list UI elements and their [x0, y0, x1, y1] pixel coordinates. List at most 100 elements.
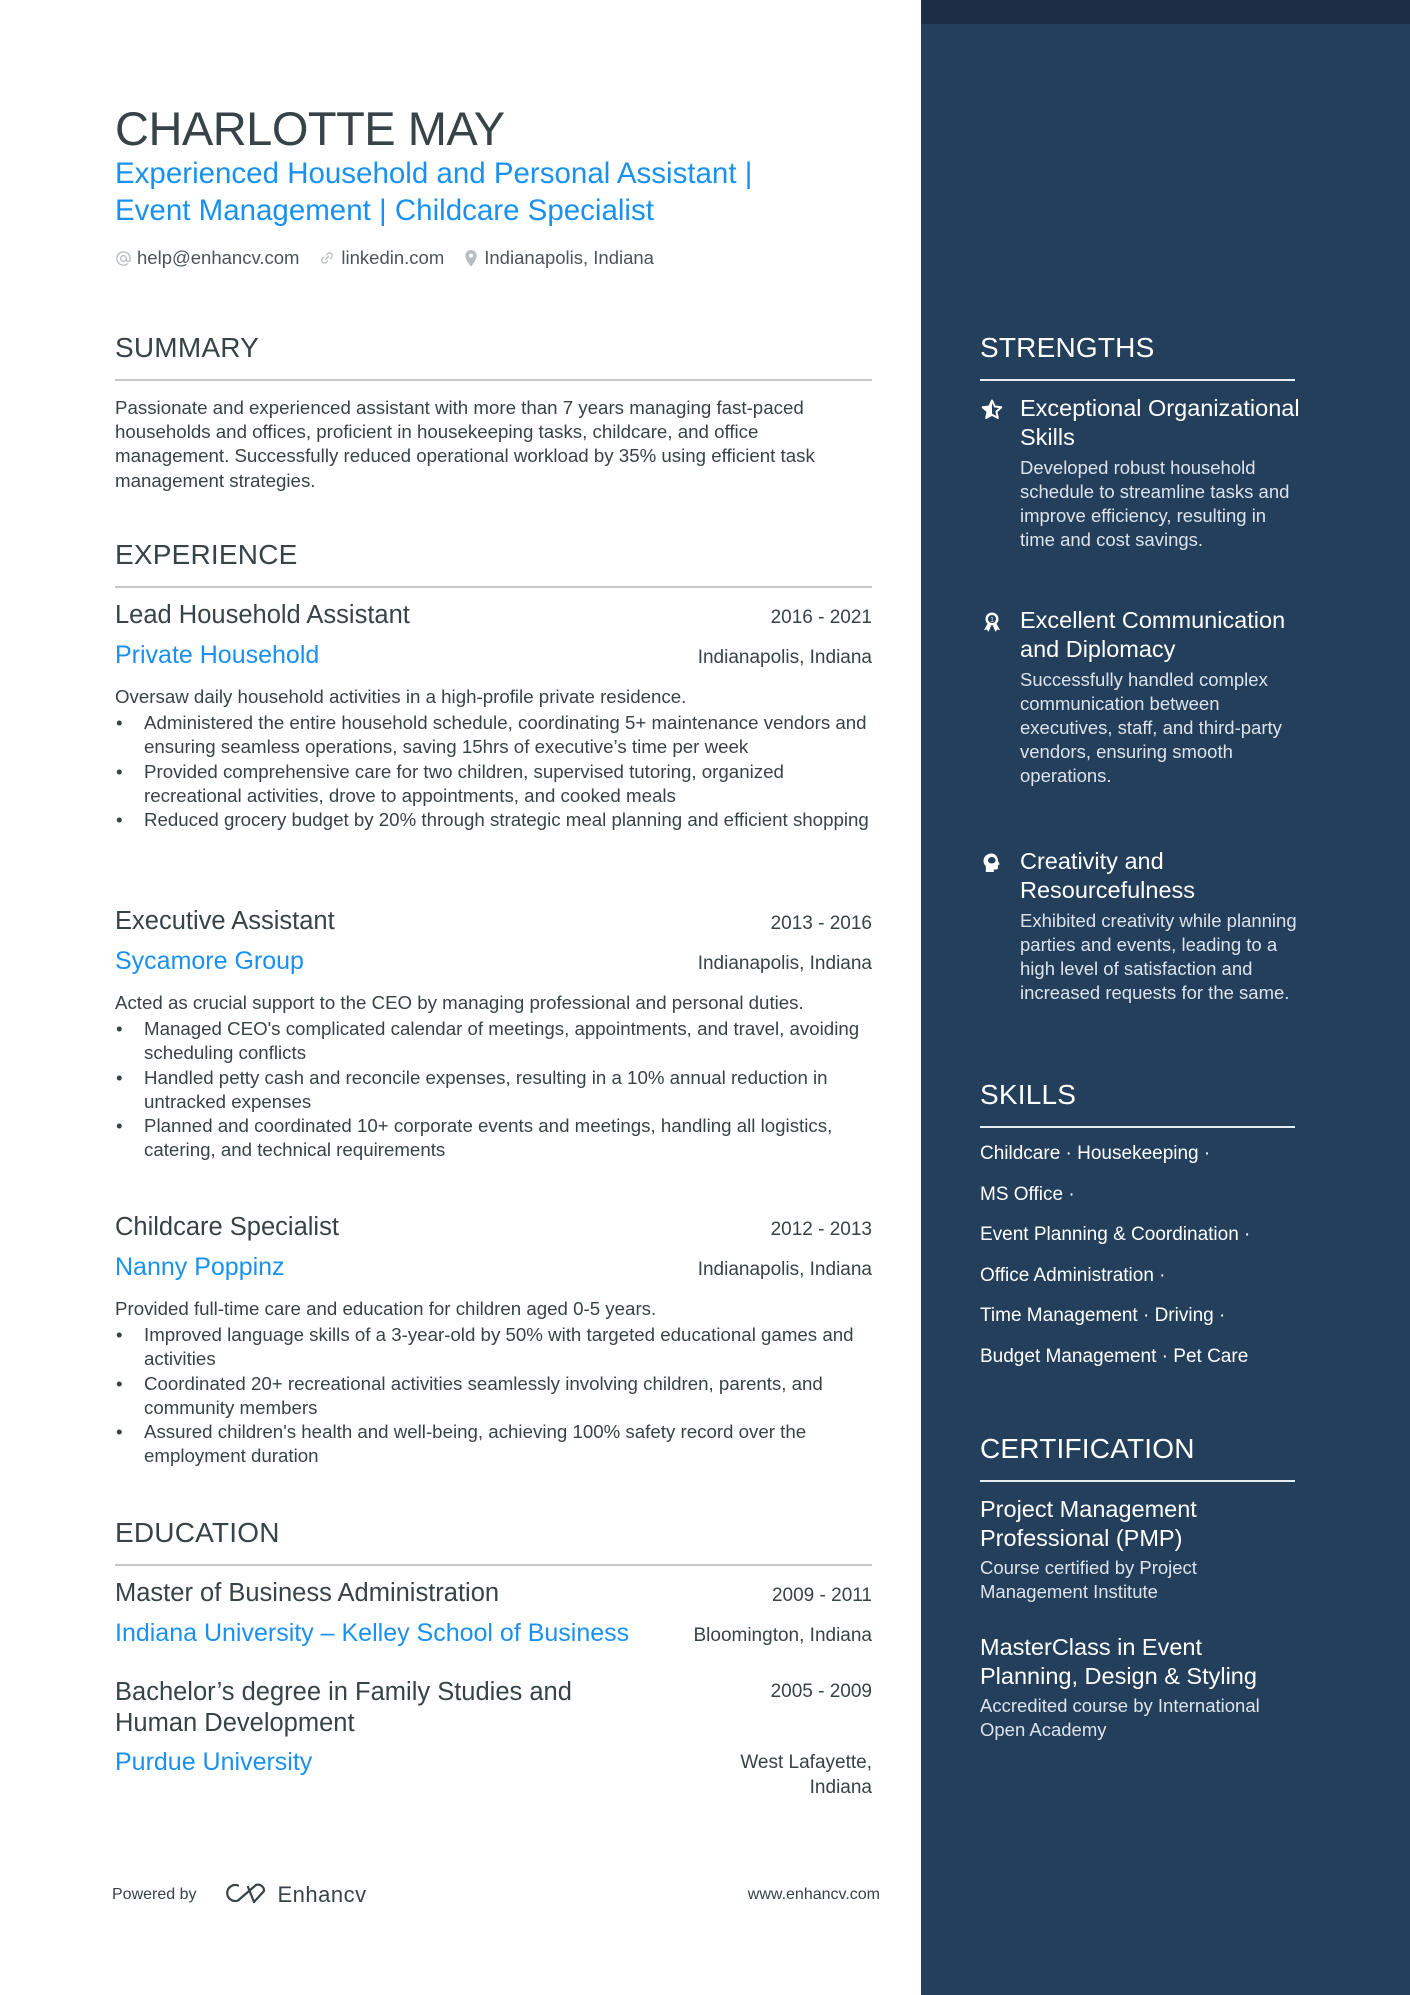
job-1-description: Oversaw daily household activities in a …	[115, 686, 687, 707]
edu-2-location-line-2: Indiana	[809, 1777, 872, 1798]
svg-text:1: 1	[990, 617, 994, 624]
strengths-heading: STRENGTHS	[980, 332, 1155, 363]
job-2-dates: 2013 - 2016	[770, 913, 872, 934]
edu-1-school: Indiana University – Kelley School of Bu…	[115, 1619, 630, 1647]
experience-divider	[115, 586, 872, 588]
job-1-details: Oversaw daily household activities in a …	[115, 685, 872, 832]
sidebar-top-band	[921, 0, 1410, 24]
skill-line: Event Planning & Coordination ·	[980, 1224, 1251, 1245]
skills-divider	[980, 1126, 1295, 1128]
contact-email-text: help@enhancv.com	[137, 247, 300, 268]
job-3-role: Childcare Specialist	[115, 1213, 339, 1241]
strength-title: Excellent Communication and Diplomacy	[1020, 607, 1286, 662]
skill-line: Time Management · Driving ·	[980, 1305, 1226, 1326]
job-1-bullet: Provided comprehensive care for two chil…	[115, 760, 872, 808]
strength-description: Developed robust household schedule to s…	[1020, 457, 1290, 550]
job-3-description: Provided full-time care and education fo…	[115, 1298, 657, 1319]
footer: Powered by Enhancv www.enhancv.com	[112, 1880, 880, 1910]
job-3-bullet: Coordinated 20+ recreational activities …	[115, 1372, 872, 1420]
job-3-bullet: Improved language skills of a 3-year-old…	[115, 1323, 872, 1371]
certification-title: Project Management Professional (PMP)	[980, 1496, 1197, 1551]
enhancv-logo-icon	[224, 1881, 270, 1910]
strength-title: Exceptional Organizational Skills	[1020, 395, 1300, 450]
contact-email[interactable]: help@enhancv.com	[115, 247, 299, 269]
job-1-location: Indianapolis, Indiana	[697, 647, 872, 668]
edu-2-location-line-1: West Lafayette,	[740, 1752, 872, 1773]
job-3-header: Childcare Specialist 2012 - 2013	[115, 1213, 872, 1242]
job-1-role: Lead Household Assistant	[115, 601, 410, 629]
education-heading: EDUCATION	[115, 1517, 280, 1548]
candidate-name: CHARLOTTE MAY	[115, 102, 505, 155]
job-3-bullet: Assured children's health and well-being…	[115, 1420, 872, 1468]
education-divider	[115, 1564, 872, 1566]
certification-divider	[980, 1480, 1295, 1482]
skill-line: Office Administration ·	[980, 1265, 1166, 1286]
link-icon	[318, 249, 336, 267]
strength-description: Successfully handled complex communicati…	[1020, 669, 1282, 786]
location-pin-icon	[463, 249, 479, 268]
job-3-company: Nanny Poppinz	[115, 1253, 285, 1281]
skill-line: MS Office ·	[980, 1184, 1075, 1205]
job-2-description: Acted as crucial support to the CEO by m…	[115, 992, 804, 1013]
job-3-location: Indianapolis, Indiana	[697, 1259, 872, 1280]
star-half-icon	[980, 398, 1004, 422]
strength-item: 1 Excellent Communication and Diplomacy …	[980, 606, 1300, 788]
job-2-bullet: Handled petty cash and reconcile expense…	[115, 1066, 872, 1114]
job-2-details: Acted as crucial support to the CEO by m…	[115, 991, 872, 1162]
job-2-header: Executive Assistant 2013 - 2016	[115, 907, 872, 936]
certification-description: Accredited course by International Open …	[980, 1695, 1260, 1740]
job-3-bullets: Improved language skills of a 3-year-old…	[115, 1323, 872, 1468]
skill-line: Childcare · Housekeeping ·	[980, 1143, 1211, 1164]
award-ribbon-icon: 1	[980, 610, 1004, 634]
job-1-header: Lead Household Assistant 2016 - 2021	[115, 601, 872, 630]
contact-location-text: Indianapolis, Indiana	[484, 247, 654, 268]
job-3-dates: 2012 - 2013	[770, 1219, 872, 1240]
contact-location: Indianapolis, Indiana	[463, 247, 654, 269]
job-2-bullet: Managed CEO's complicated calendar of me…	[115, 1017, 872, 1065]
edu-1-header: Master of Business Administration 2009 -…	[115, 1579, 872, 1608]
edu-2-degree: Bachelor’s degree in Family Studies and …	[115, 1677, 572, 1739]
strength-item: Creativity and Resourcefulness Exhibited…	[980, 847, 1300, 1005]
strength-title: Creativity and Resourcefulness	[1020, 848, 1196, 903]
certification-title: MasterClass in Event Planning, Design & …	[980, 1634, 1257, 1689]
enhancv-logo[interactable]: Enhancv	[224, 1881, 367, 1910]
edu-2-degree-line-1: Bachelor’s degree in Family Studies and	[115, 1678, 572, 1706]
certification-item: Project Management Professional (PMP) Co…	[980, 1495, 1300, 1604]
job-1-bullet: Administered the entire household schedu…	[115, 711, 872, 759]
job-2-subheader: Sycamore Group Indianapolis, Indiana	[115, 947, 872, 976]
job-2-bullets: Managed CEO's complicated calendar of me…	[115, 1017, 872, 1162]
contact-linkedin-text: linkedin.com	[341, 247, 445, 268]
summary-heading: SUMMARY	[115, 332, 260, 363]
job-2-location: Indianapolis, Indiana	[697, 953, 872, 974]
headline-line-1: Experienced Household and Personal Assis…	[115, 157, 753, 190]
skill-line: Budget Management · Pet Care	[980, 1346, 1249, 1367]
edu-1-dates: 2009 - 2011	[771, 1585, 872, 1606]
strength-item: Exceptional Organizational Skills Develo…	[980, 394, 1300, 552]
job-1-dates: 2016 - 2021	[770, 607, 872, 628]
job-3-details: Provided full-time care and education fo…	[115, 1297, 872, 1468]
summary-divider	[115, 379, 872, 381]
edu-2-degree-line-2: Human Development	[115, 1709, 355, 1737]
contact-bar: help@enhancv.com linkedin.com Indianapol…	[115, 247, 654, 269]
enhancv-wordmark: Enhancv	[277, 1882, 367, 1907]
edu-2-dates: 2005 - 2009	[770, 1681, 872, 1702]
head-brain-icon	[980, 851, 1004, 875]
edu-2-subheader: Purdue University West Lafayette, Indian…	[115, 1748, 872, 1800]
contact-linkedin[interactable]: linkedin.com	[318, 247, 444, 269]
strength-description: Exhibited creativity while planning part…	[1020, 910, 1297, 1003]
at-icon	[115, 250, 132, 267]
edu-1-degree: Master of Business Administration	[115, 1579, 500, 1607]
edu-2-location: West Lafayette, Indiana	[740, 1750, 872, 1800]
edu-2-school: Purdue University	[115, 1748, 313, 1776]
summary-text: Passionate and experienced assistant wit…	[115, 397, 815, 491]
job-2-role: Executive Assistant	[115, 907, 335, 935]
strengths-divider	[980, 379, 1295, 381]
job-1-bullets: Administered the entire household schedu…	[115, 711, 872, 832]
experience-heading: EXPERIENCE	[115, 539, 298, 570]
certification-item: MasterClass in Event Planning, Design & …	[980, 1633, 1300, 1742]
enhancv-website-link[interactable]: www.enhancv.com	[748, 1886, 880, 1904]
edu-2-header: Bachelor’s degree in Family Studies and …	[115, 1677, 872, 1739]
job-3-subheader: Nanny Poppinz Indianapolis, Indiana	[115, 1253, 872, 1282]
job-2-bullet: Planned and coordinated 10+ corporate ev…	[115, 1114, 872, 1162]
headline-line-2: Event Management | Childcare Specialist	[115, 194, 654, 227]
